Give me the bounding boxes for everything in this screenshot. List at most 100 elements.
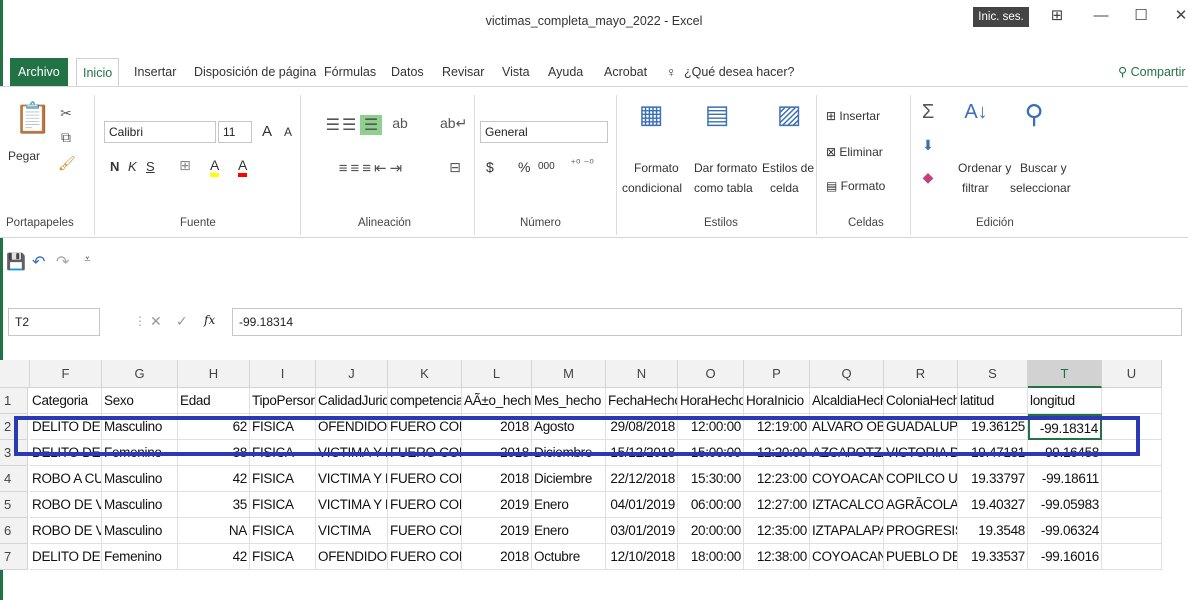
row-header[interactable]: 3	[0, 440, 28, 466]
clear-icon[interactable]: ◆	[918, 169, 938, 186]
table-cell[interactable]: FISICA	[250, 518, 316, 544]
format-button[interactable]: ▤ Formato	[826, 179, 885, 193]
table-cell[interactable]: 12:20:00	[744, 440, 810, 466]
tell-me-input[interactable]: ¿Qué desea hacer?	[684, 58, 795, 86]
table-cell[interactable]: Agosto	[532, 414, 606, 440]
table-cell[interactable]: ROBO A CUENTAHABIENTE	[30, 466, 102, 492]
header-cell[interactable]: AÃ±o_hecho	[462, 388, 532, 414]
cell-styles-line1[interactable]: Estilos de	[762, 161, 814, 175]
header-cell[interactable]: AlcaldiaHecho	[810, 388, 884, 414]
cell-styles-icon[interactable]: ▨	[772, 99, 806, 133]
sign-in-button[interactable]: Inic. ses.	[973, 7, 1029, 27]
header-cell[interactable]: Sexo	[102, 388, 178, 414]
table-cell[interactable]: GUADALUPE	[884, 414, 958, 440]
table-cell[interactable]: 15/12/2018	[606, 440, 678, 466]
sort-filter-line1[interactable]: Ordenar y	[958, 161, 1011, 175]
formula-input[interactable]: -99.18314	[232, 308, 1182, 336]
table-cell[interactable]: FUERO COMUN	[388, 492, 462, 518]
table-cell[interactable]: 42	[178, 544, 250, 570]
table-cell[interactable]: VICTORIA DE LAS DEMOCRACIAS	[884, 440, 958, 466]
table-cell[interactable]: -99.18611	[1028, 466, 1102, 492]
share-button[interactable]: ⚲ Compartir	[1118, 58, 1186, 86]
header-cell[interactable]: FechaHecho	[606, 388, 678, 414]
column-header-i[interactable]: I	[250, 360, 316, 388]
table-cell[interactable]: 42	[178, 466, 250, 492]
italic-button[interactable]: K	[128, 159, 137, 174]
column-header-g[interactable]: G	[102, 360, 178, 388]
table-cell[interactable]: 18:00:00	[678, 544, 744, 570]
undo-icon[interactable]: ↶	[32, 252, 45, 272]
table-cell[interactable]: 19.3548	[958, 518, 1028, 544]
table-cell[interactable]: 2019	[462, 492, 532, 518]
column-header-s[interactable]: S	[958, 360, 1028, 388]
save-icon[interactable]: 💾	[6, 252, 26, 272]
row-header[interactable]: 7	[0, 544, 28, 570]
header-cell[interactable]: Mes_hecho	[532, 388, 606, 414]
customize-qat-icon[interactable]: ⩡	[84, 252, 91, 267]
function-icon[interactable]: fx	[204, 313, 215, 327]
table-cell[interactable]: COYOACAN	[810, 466, 884, 492]
table-cell[interactable]	[1102, 518, 1162, 544]
format-table-line2[interactable]: como tabla	[694, 181, 753, 195]
conditional-format-line1[interactable]: Formato	[634, 161, 679, 175]
table-cell[interactable]: 22/12/2018	[606, 466, 678, 492]
table-cell[interactable]: 38	[178, 440, 250, 466]
table-cell[interactable]: 2018	[462, 466, 532, 492]
header-cell[interactable]: latitud	[958, 388, 1028, 414]
table-cell[interactable]: 03/01/2019	[606, 518, 678, 544]
table-cell[interactable]: Femenino	[102, 544, 178, 570]
table-cell[interactable]: 12:00:00	[678, 414, 744, 440]
table-cell[interactable]: -99.18314	[1028, 414, 1102, 440]
table-cell[interactable]: 15:30:00	[678, 466, 744, 492]
currency-button[interactable]: $	[486, 159, 494, 175]
header-cell[interactable]: ColoniaHecho	[884, 388, 958, 414]
fill-icon[interactable]: ⬇	[918, 137, 938, 154]
row-header[interactable]: 2	[0, 414, 28, 440]
header-cell[interactable]: HoraHecho	[678, 388, 744, 414]
header-cell[interactable]: Edad	[178, 388, 250, 414]
table-cell[interactable]: PUEBLO DE LOS REYES	[884, 544, 958, 570]
table-cell[interactable]: AZCAPOTZALCO	[810, 440, 884, 466]
font-name-select[interactable]: Calibri	[104, 121, 216, 143]
table-cell[interactable]: FUERO COMUN	[388, 414, 462, 440]
sort-filter-icon[interactable]: A↓	[962, 101, 990, 124]
thousands-button[interactable]: 000	[538, 161, 555, 172]
header-cell[interactable]: HoraInicio	[744, 388, 810, 414]
table-cell[interactable]: COPILCO UNIVERSIDAD	[884, 466, 958, 492]
table-cell[interactable]: Diciembre	[532, 440, 606, 466]
table-cell[interactable]: Enero	[532, 492, 606, 518]
tab-datos[interactable]: Datos	[391, 58, 424, 86]
table-cell[interactable]: VICTIMA Y DENUNCIANTE	[316, 440, 388, 466]
borders-icon[interactable]: ⊞	[176, 157, 194, 174]
table-cell[interactable]: Femenino	[102, 440, 178, 466]
table-cell[interactable]: 19.33797	[958, 466, 1028, 492]
row-header[interactable]: 1	[0, 388, 28, 414]
align-bottom-icon[interactable]: ☰	[360, 115, 382, 135]
table-cell[interactable]: 12:23:00	[744, 466, 810, 492]
table-cell[interactable]: -99.16458	[1028, 440, 1102, 466]
table-cell[interactable]: Octubre	[532, 544, 606, 570]
lightbulb-icon[interactable]: ♀	[666, 58, 677, 86]
table-cell[interactable]: 06:00:00	[678, 492, 744, 518]
cut-icon[interactable]: ✂	[58, 105, 74, 122]
table-cell[interactable]: VICTIMA Y DENUNCIANTE	[316, 466, 388, 492]
spreadsheet-grid[interactable]: F G H I J K L M N O P Q R S T U 1 Categoria Sexo Edad TipoPe…	[0, 360, 1188, 600]
tab-acrobat[interactable]: Acrobat	[604, 58, 647, 86]
table-cell[interactable]: Masculino	[102, 492, 178, 518]
table-cell[interactable]: Masculino	[102, 518, 178, 544]
bold-button[interactable]: N	[110, 159, 119, 174]
insert-button[interactable]: ⊞ Insertar	[826, 109, 880, 123]
table-cell[interactable]: FUERO COMUN	[388, 518, 462, 544]
tab-revisar[interactable]: Revisar	[442, 58, 484, 86]
table-cell[interactable]: FUERO COMUN	[388, 440, 462, 466]
table-cell[interactable]: Masculino	[102, 466, 178, 492]
table-cell[interactable]: 04/01/2019	[606, 492, 678, 518]
table-cell[interactable]: 12:19:00	[744, 414, 810, 440]
conditional-format-line2[interactable]: condicional	[622, 181, 682, 195]
font-size-select[interactable]: 11	[218, 121, 252, 143]
horizontal-align-icons[interactable]: ≡≡≡⇤⇥	[312, 159, 432, 177]
table-cell[interactable]: Enero	[532, 518, 606, 544]
table-cell[interactable]: 2019	[462, 518, 532, 544]
table-cell[interactable]: 29/08/2018	[606, 414, 678, 440]
percent-button[interactable]: %	[518, 159, 530, 175]
